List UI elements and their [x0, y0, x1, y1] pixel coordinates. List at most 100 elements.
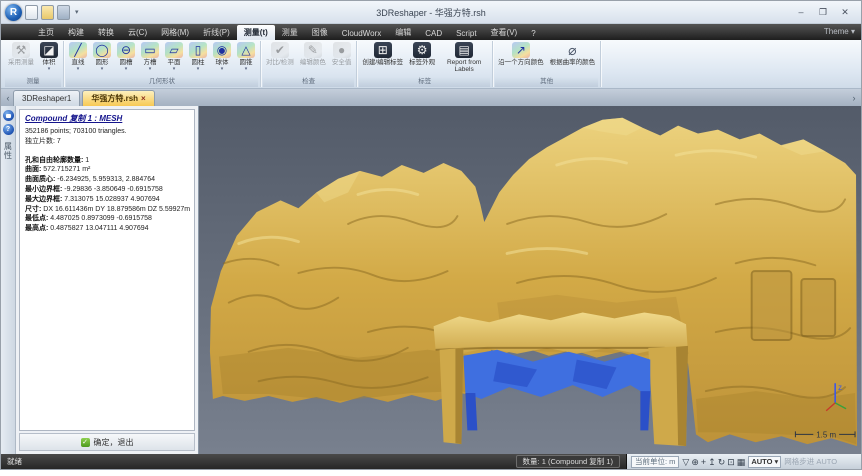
ribbon-button[interactable]: ⚙ 标签外观: [406, 41, 438, 77]
maximize-button[interactable]: ❐: [815, 6, 831, 19]
ribbon-tab[interactable]: 折线(P): [196, 25, 237, 40]
ribbon: ⚒ 采用测量 ◪ 体积 ▾ 测量 ╱: [1, 40, 861, 89]
app-logo-icon[interactable]: R: [5, 4, 22, 21]
safety-value-icon: ●: [333, 42, 351, 58]
tab-close-icon[interactable]: ×: [141, 94, 146, 103]
plane-icon: ▱: [165, 42, 183, 58]
qat-dropdown-icon[interactable]: ▾: [75, 8, 79, 16]
minimize-button[interactable]: –: [793, 6, 809, 19]
window-controls: – ❐ ✕: [793, 6, 861, 19]
ribbon-tab[interactable]: 测量: [275, 25, 305, 40]
ribbon-group-measure: ⚒ 采用测量 ◪ 体积 ▾ 测量: [3, 41, 64, 87]
ribbon-tab[interactable]: 测量(t): [237, 25, 275, 40]
ribbon-button[interactable]: ◯ 圆形 ▾: [90, 41, 114, 77]
ribbon-button[interactable]: ● 安全值: [329, 41, 355, 77]
ribbon-button[interactable]: ◉ 球体 ▾: [210, 41, 234, 77]
properties-content: Compound 复制 1 : MESH 352186 points; 7031…: [19, 109, 195, 431]
property-line: 尺寸: DX 16.611436m DY 18.879586m DZ 5.599…: [25, 205, 189, 215]
label-appearance-icon: ⚙: [413, 42, 431, 58]
cylinder-icon: ▯: [189, 42, 207, 58]
ribbon-button[interactable]: ╱ 直线 ▾: [66, 41, 90, 77]
ribbon-button[interactable]: ⊞ 创建/编辑标签: [359, 41, 406, 77]
title-bar: R ▾ 3DReshaper - 华强方特.rsh – ❐ ✕: [1, 1, 861, 24]
ribbon-button[interactable]: ▯ 圆柱 ▾: [186, 41, 210, 77]
doc-scroll-right-icon[interactable]: ›: [849, 91, 859, 106]
ribbon-tab[interactable]: 构建: [61, 25, 91, 40]
document-tab[interactable]: 3DReshaper1: [13, 90, 80, 106]
quick-access-toolbar: ▾: [25, 5, 79, 20]
close-button[interactable]: ✕: [837, 6, 853, 19]
new-document-icon[interactable]: [25, 5, 38, 20]
theme-selector[interactable]: Theme ▾: [824, 27, 855, 36]
compare-inspect-icon: ✔: [271, 42, 289, 58]
auto-render-toggle[interactable]: AUTO ▾: [748, 456, 781, 468]
ribbon-button[interactable]: ◪ 体积 ▾: [37, 41, 61, 77]
ribbon-tab[interactable]: 云(C): [121, 25, 154, 40]
properties-side-tab[interactable]: 属性: [3, 142, 14, 160]
ribbon-button[interactable]: ⊖ 圆槽 ▾: [114, 41, 138, 77]
ribbon-button[interactable]: ✎ 编辑颜色: [297, 41, 329, 77]
ribbon-button[interactable]: ✔ 对比/检测: [263, 41, 297, 77]
properties-panel: Compound 复制 1 : MESH 352186 points; 7031…: [16, 106, 199, 454]
ribbon-button[interactable]: △ 圆锥 ▾: [234, 41, 258, 77]
ribbon-button[interactable]: ▭ 方槽 ▾: [138, 41, 162, 77]
status-bar: 就绪 数量: 1 (Compound 复制 1) 当前单位: m ▽ ⊕ + ↥…: [1, 454, 861, 469]
property-line: 曲面: 572.715271 m²: [25, 165, 189, 175]
ribbon-group-label: 检查: [263, 77, 354, 87]
ribbon-tab[interactable]: 图像: [305, 25, 335, 40]
round-slot-icon: ⊖: [117, 42, 135, 58]
rotate-icon[interactable]: ↻: [718, 456, 726, 468]
open-file-icon[interactable]: [41, 5, 54, 20]
ribbon-group-label: 几何形状: [66, 77, 258, 87]
selection-box-icon[interactable]: ⊡: [727, 456, 735, 468]
document-tab[interactable]: 华强方特.rsh ×: [82, 90, 154, 106]
property-line: 独立片数: 7: [25, 137, 189, 147]
ribbon-group-label: 测量: [5, 77, 61, 87]
ribbon-tab[interactable]: 转换: [91, 25, 121, 40]
ribbon-button[interactable]: ⚒ 采用测量: [5, 41, 37, 77]
ribbon-button[interactable]: ▤ Report from Labels: [438, 41, 490, 77]
document-tab-bar: ‹ 3DReshaper1 华强方特.rsh × ›: [1, 89, 861, 106]
viewport-3d[interactable]: z 1.5 m: [199, 106, 861, 454]
zoom-icon[interactable]: ⊕: [691, 456, 699, 468]
confirm-exit-button[interactable]: ✓ 确定，退出: [19, 433, 195, 451]
ribbon-tab[interactable]: 主页: [31, 25, 61, 40]
current-unit[interactable]: 当前单位: m: [631, 456, 679, 468]
property-line: 最小边界框: -9.29836 -3.850649 -0.6915758: [25, 185, 189, 195]
ribbon-button[interactable]: ▱ 平面 ▾: [162, 41, 186, 77]
save-icon[interactable]: [57, 5, 70, 20]
svg-text:z: z: [838, 383, 842, 392]
pan-icon[interactable]: +: [701, 456, 706, 468]
ribbon-tab[interactable]: 编辑: [388, 25, 418, 40]
svg-text:1.5 m: 1.5 m: [816, 430, 836, 439]
filter-icon[interactable]: ▽: [682, 456, 689, 468]
report-from-labels-icon: ▤: [455, 42, 473, 58]
ribbon-button[interactable]: ⌀ 根据曲率的颜色: [547, 41, 599, 77]
ribbon-tab[interactable]: 查看(V): [484, 25, 525, 40]
app-window: R ▾ 3DReshaper - 华强方特.rsh – ❐ ✕ Theme ▾ …: [0, 0, 862, 470]
check-icon: ✓: [81, 438, 90, 447]
line-icon: ╱: [69, 42, 87, 58]
pick-point-icon[interactable]: ↥: [708, 456, 716, 468]
property-line: 孔和自由轮廓数量: 1: [25, 156, 189, 166]
viewport-canvas[interactable]: z 1.5 m: [199, 106, 861, 454]
side-icon-strip: ? 属性: [1, 106, 16, 454]
ribbon-group-geometry: ╱ 直线 ▾ ◯ 圆形 ▾ ⊖ 圆槽 ▾: [64, 41, 261, 87]
ribbon-tab[interactable]: CloudWorx: [335, 27, 388, 40]
ribbon-tab[interactable]: Script: [449, 27, 483, 40]
ribbon-group-label: 标签: [359, 77, 490, 87]
ribbon-tab[interactable]: ?: [524, 27, 542, 40]
ribbon-group-labels: ⊞ 创建/编辑标签 ⚙ 标签外观 ▤ Report from Labels: [357, 41, 493, 87]
annotation-icon[interactable]: [3, 110, 14, 121]
doc-scroll-left-icon[interactable]: ‹: [3, 91, 13, 106]
ribbon-tab[interactable]: 网格(M): [154, 25, 196, 40]
selection-count: 数量: 1 (Compound 复制 1): [516, 455, 620, 468]
status-left: 就绪 数量: 1 (Compound 复制 1): [1, 454, 626, 469]
property-line: 曲面质心: -6.234925, 5.959313, 2.884764: [25, 175, 189, 185]
grid-icon[interactable]: ▦: [737, 456, 746, 468]
property-line: 352186 points; 703100 triangles.: [25, 127, 189, 137]
ribbon-button[interactable]: ↗ 沿一个方向颜色: [495, 41, 547, 77]
ribbon-tab[interactable]: CAD: [418, 27, 449, 40]
volume-icon: ◪: [40, 42, 58, 58]
help-icon[interactable]: ?: [3, 124, 14, 135]
